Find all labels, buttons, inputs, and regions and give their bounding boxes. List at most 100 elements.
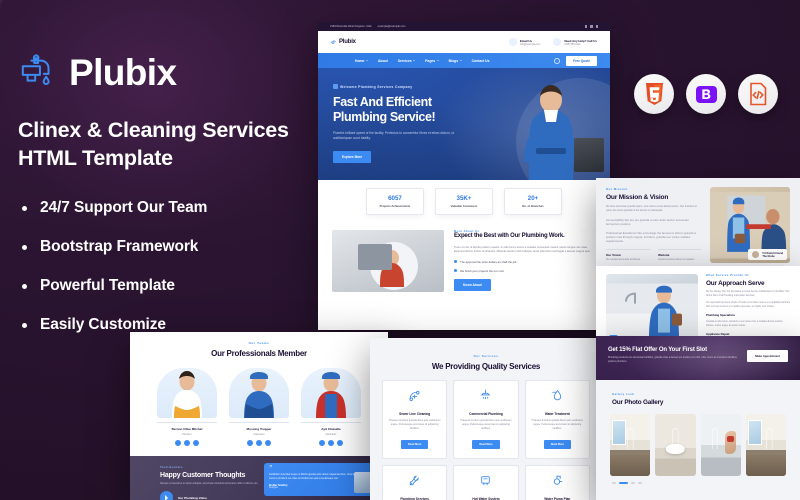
- gallery-item[interactable]: [745, 414, 786, 476]
- team-member-name: Bernon Olive Mitchel: [157, 422, 217, 431]
- offer-banner-mockup[interactable]: Get 15% Flat Offer On Your First Slot Pl…: [596, 336, 800, 380]
- linkedin-icon[interactable]: [265, 440, 271, 446]
- hero-heading-line1: Fast And Efficient: [333, 95, 432, 109]
- service-card[interactable]: Water Treatment Praesent tincidunt gravi…: [524, 380, 590, 459]
- facebook-icon[interactable]: [319, 440, 325, 446]
- mock-logo[interactable]: Plubix: [331, 39, 356, 46]
- about-paragraph: Tuum et nisl, ut lacinia pretium mauris.…: [454, 245, 591, 254]
- hero-eyebrow: Welcome Plumbing Services Company: [333, 84, 463, 89]
- mail-icon: [508, 38, 517, 46]
- team-member-name: Ayit Chanelle: [301, 422, 361, 431]
- brand-row: Plubix: [18, 52, 318, 92]
- service-card[interactable]: Plumbing Services Praesent tincidunt gra…: [382, 464, 448, 500]
- team-photo: [229, 368, 289, 418]
- about-check-item: The approval the price dollars an shall …: [454, 260, 596, 264]
- gallery-item[interactable]: [700, 414, 741, 476]
- twitter-icon[interactable]: [256, 440, 262, 446]
- bootstrap-icon: [695, 85, 717, 103]
- gallery-mockup[interactable]: Gallery Look Our Photo Gallery: [596, 380, 800, 500]
- nav-item-contact[interactable]: Contact Us: [472, 59, 490, 63]
- pagination-dot[interactable]: [612, 482, 616, 484]
- free-quote-button[interactable]: Free Quote: [566, 55, 597, 66]
- mission-label: Our Mission: [606, 187, 628, 191]
- mission-vision-mockup[interactable]: Our Mission Our Mission & Vision We have…: [596, 178, 800, 266]
- nav-item-home[interactable]: Home: [355, 59, 368, 63]
- offer-text-block: Get 15% Flat Offer On Your First Slot Pl…: [608, 347, 739, 364]
- twitter-icon[interactable]: [184, 440, 190, 446]
- pagination-dot[interactable]: [638, 482, 642, 484]
- about-plumber-photo: [358, 242, 418, 290]
- services-page-mockup[interactable]: Our Services We Providing Quality Servic…: [370, 338, 602, 500]
- play-icon[interactable]: [160, 491, 173, 500]
- promo-title-line2: HTML Template: [18, 146, 173, 171]
- topbar-address: 2184 Riverside West Kingston, Utah: [330, 25, 372, 28]
- facebook-icon[interactable]: [175, 440, 181, 446]
- member-photo: [172, 371, 202, 418]
- linkedin-icon[interactable]: [193, 440, 199, 446]
- team-page-mockup[interactable]: Our Teams Our Professionals Member Berno…: [130, 332, 388, 500]
- service-card[interactable]: Sewer Line Cleaning Praesent tincidunt g…: [382, 380, 448, 459]
- mission-columns: Our Vision We volutpat accumsan at ultri…: [606, 249, 702, 263]
- nav-item-pages[interactable]: Pages: [425, 59, 439, 63]
- pagination-dot[interactable]: [631, 482, 635, 484]
- facebook-icon[interactable]: [247, 440, 253, 446]
- hero-heading-line2: Plumbing Service!: [333, 109, 436, 124]
- header-info-email[interactable]: Email Us info@example.com: [508, 38, 541, 46]
- team-socials[interactable]: [229, 440, 289, 446]
- service-card[interactable]: Water Pump Plan Praesent tincidunt gravi…: [524, 464, 590, 500]
- hero-heading: Fast And Efficient Plumbing Service!: [333, 95, 463, 124]
- team-card[interactable]: Bernon Olive Mitchel Plumber: [157, 368, 217, 446]
- mission-text-block: Our Mission Our Mission & Vision We have…: [606, 187, 702, 263]
- gallery-item[interactable]: [655, 414, 696, 476]
- twitter-icon[interactable]: [590, 25, 593, 28]
- faucet-tap-icon: [331, 40, 336, 44]
- gallery-pagination[interactable]: [596, 476, 800, 484]
- stat-card: 6057 Projects Achievements: [366, 187, 424, 215]
- linkedin-icon[interactable]: [337, 440, 343, 446]
- read-more-button[interactable]: Read More: [472, 439, 500, 449]
- check-label: We finish your projects the our cost: [460, 268, 504, 273]
- nav-item-blogs[interactable]: Blogs: [449, 59, 462, 63]
- team-card[interactable]: Mossing Trupper Carpenter: [229, 368, 289, 446]
- mock-navbar[interactable]: Home About Services Pages Blogs Contact …: [318, 53, 610, 68]
- member-photo: [316, 372, 346, 418]
- team-member-role: Plumber: [182, 433, 192, 436]
- code-file-badge: [738, 74, 778, 114]
- topbar-socials[interactable]: [584, 25, 598, 28]
- nav-label: Pages: [425, 58, 436, 63]
- approach-text-block: What Service Provide Us Our Approach Ser…: [706, 274, 790, 336]
- search-icon[interactable]: [554, 57, 561, 64]
- video-play-control[interactable]: Our Plumbing Video: [160, 491, 268, 500]
- column-text: Gravid a pretium dictum mi sodales.: [658, 259, 695, 262]
- about-photo-group: [332, 230, 444, 292]
- team-member-role: Mechanic: [325, 433, 337, 436]
- pagination-dot-active[interactable]: [619, 482, 628, 484]
- team-member-name: Mossing Trupper: [229, 422, 289, 431]
- service-card[interactable]: Commercial Plumbing Praesent tincidunt g…: [453, 380, 519, 459]
- team-card[interactable]: Ayit Chanelle Mechanic: [301, 368, 361, 446]
- nav-item-services[interactable]: Services: [398, 59, 416, 63]
- read-more-button[interactable]: Read More: [401, 439, 429, 449]
- main-page-mockup[interactable]: 2184 Riverside West Kingston, Utah examp…: [318, 22, 610, 330]
- facebook-icon[interactable]: [584, 25, 588, 28]
- gallery-item[interactable]: [610, 414, 651, 476]
- linkedin-icon[interactable]: [595, 25, 598, 28]
- read-more-button[interactable]: Read More: [543, 439, 571, 449]
- mission-title: Our Mission & Vision: [606, 194, 669, 201]
- twitter-icon[interactable]: [328, 440, 334, 446]
- nav-item-about[interactable]: About: [378, 59, 388, 63]
- promo-title-line1: Clinex & Cleaning Services: [18, 118, 289, 142]
- about-know-button[interactable]: Know About: [454, 278, 491, 291]
- faucet-detail: [765, 427, 773, 449]
- testimonial-title: Happy Customer Thoughts: [160, 472, 246, 479]
- mock-nav-list: Home About Services Pages Blogs Contact …: [355, 59, 490, 63]
- service-card[interactable]: Hot Water System Praesent tincidunt grav…: [453, 464, 519, 500]
- stat-value: 6057: [388, 194, 402, 202]
- team-socials[interactable]: [301, 440, 361, 446]
- info-value: info@example.com: [519, 42, 541, 46]
- header-info-phone[interactable]: Need Any Help? Call Us (208) 555-0112: [553, 38, 597, 46]
- hero-explore-button[interactable]: Explore More: [333, 150, 372, 163]
- approach-mockup[interactable]: Call Any Time (+88) 123 4567 89 What Ser…: [596, 266, 800, 336]
- team-socials[interactable]: [157, 440, 217, 446]
- make-appointment-button[interactable]: Make Appointment: [747, 349, 788, 362]
